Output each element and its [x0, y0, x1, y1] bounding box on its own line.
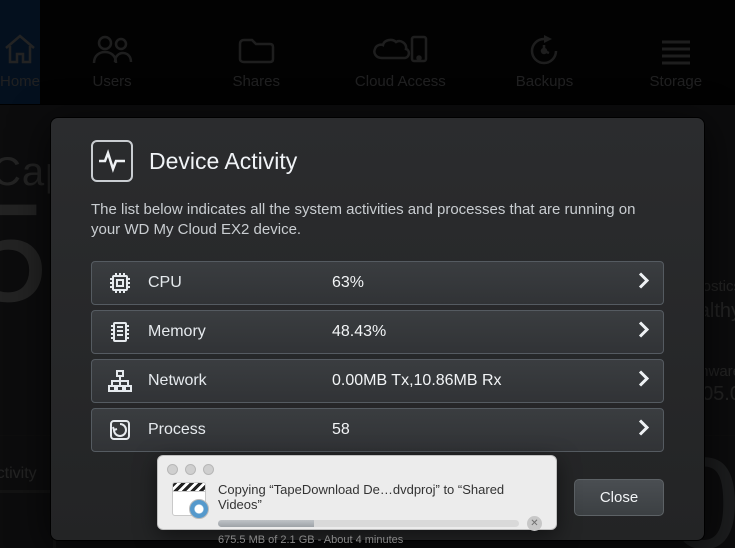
modal-description: The list below indicates all the system … [91, 200, 651, 241]
traffic-close-icon[interactable] [167, 464, 178, 475]
cancel-copy-button[interactable]: ✕ [527, 516, 542, 531]
row-process[interactable]: Process 58 [91, 408, 664, 452]
network-icon [106, 369, 134, 393]
memory-icon [106, 319, 134, 345]
row-value: 58 [332, 421, 350, 439]
activity-rows: CPU 63% Memory 48.43% [91, 261, 664, 452]
row-network[interactable]: Network 0.00MB Tx,10.86MB Rx [91, 359, 664, 403]
copy-status: 675.5 MB of 2.1 GB - About 4 minutes [218, 534, 542, 546]
modal-title: Device Activity [149, 148, 297, 175]
row-value: 63% [332, 274, 364, 292]
file-type-icon [172, 482, 206, 516]
traffic-minimize-icon[interactable] [185, 464, 196, 475]
row-label: Process [148, 421, 318, 439]
traffic-zoom-icon[interactable] [203, 464, 214, 475]
close-button[interactable]: Close [574, 479, 664, 516]
row-cpu[interactable]: CPU 63% [91, 261, 664, 305]
activity-icon [91, 140, 133, 182]
chevron-right-icon [637, 271, 649, 294]
chevron-right-icon [637, 418, 649, 441]
copy-progress-bar [218, 520, 519, 527]
copy-title: Copying “TapeDownload De…dvdproj” to “Sh… [218, 482, 542, 512]
row-label: Network [148, 372, 318, 390]
row-value: 48.43% [332, 323, 386, 341]
row-label: CPU [148, 274, 318, 292]
row-value: 0.00MB Tx,10.86MB Rx [332, 372, 502, 390]
window-traffic-lights[interactable] [167, 464, 214, 475]
cpu-icon [106, 270, 134, 296]
chevron-right-icon [637, 320, 649, 343]
process-icon [106, 417, 134, 443]
copy-progress-window: Copying “TapeDownload De…dvdproj” to “Sh… [157, 455, 557, 530]
copy-progress-fill [218, 520, 314, 527]
row-label: Memory [148, 323, 318, 341]
row-memory[interactable]: Memory 48.43% [91, 310, 664, 354]
chevron-right-icon [637, 369, 649, 392]
